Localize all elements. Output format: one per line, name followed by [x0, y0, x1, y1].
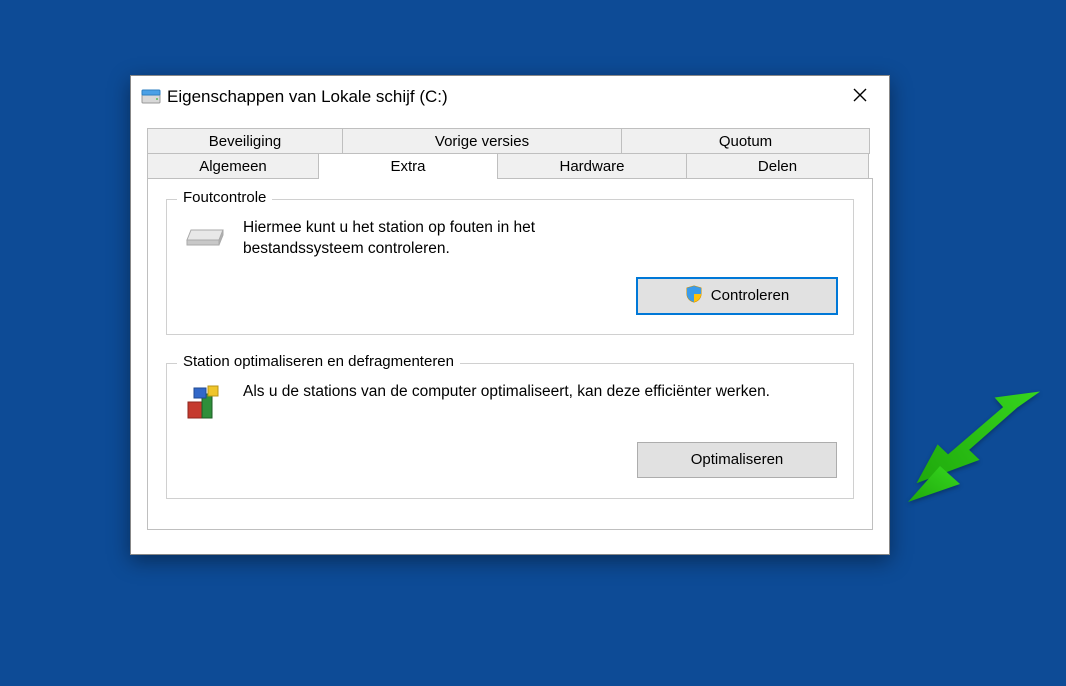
shield-icon: [685, 285, 703, 307]
tab-vorige-versies[interactable]: Vorige versies: [342, 128, 622, 154]
tab-label: Vorige versies: [435, 133, 529, 150]
tab-quotum[interactable]: Quotum: [621, 128, 870, 154]
drive-check-icon: [183, 218, 227, 250]
tab-area: Beveiliging Vorige versies Quotum Algeme…: [131, 118, 889, 554]
drive-icon: [141, 88, 161, 106]
tab-extra[interactable]: Extra: [318, 153, 498, 179]
group-legend: Foutcontrole: [177, 189, 272, 206]
group-text: Als u de stations van de computer optima…: [243, 382, 837, 403]
tab-label: Algemeen: [199, 158, 267, 175]
tab-hardware[interactable]: Hardware: [497, 153, 687, 179]
tab-beveiliging[interactable]: Beveiliging: [147, 128, 343, 154]
tab-label: Hardware: [559, 158, 624, 175]
tab-delen[interactable]: Delen: [686, 153, 869, 179]
group-optimize: Station optimaliseren en defragmenteren …: [166, 363, 854, 499]
tab-label: Quotum: [719, 133, 772, 150]
button-label: Optimaliseren: [691, 451, 784, 468]
tab-algemeen[interactable]: Algemeen: [147, 153, 319, 179]
annotation-arrow-optimize: [900, 380, 1040, 510]
tab-label: Extra: [390, 158, 425, 175]
group-legend: Station optimaliseren en defragmenteren: [177, 353, 460, 370]
tab-label: Delen: [758, 158, 797, 175]
titlebar: Eigenschappen van Lokale schijf (C:): [131, 76, 889, 118]
button-label: Controleren: [711, 287, 789, 304]
optimize-button[interactable]: Optimaliseren: [637, 442, 837, 478]
tab-content: Foutcontrole Hiermee kunt u het station …: [147, 178, 873, 530]
group-text: Hiermee kunt u het station op fouten in …: [243, 218, 603, 260]
tab-strip: Beveiliging Vorige versies Quotum Algeme…: [147, 128, 873, 179]
tab-label: Beveiliging: [209, 133, 282, 150]
window-title: Eigenschappen van Lokale schijf (C:): [161, 87, 839, 107]
close-button[interactable]: [839, 82, 881, 112]
defrag-icon: [183, 382, 227, 424]
properties-dialog: Eigenschappen van Lokale schijf (C:) Bev…: [130, 75, 890, 555]
close-icon: [853, 88, 867, 106]
check-button[interactable]: Controleren: [637, 278, 837, 314]
group-error-check: Foutcontrole Hiermee kunt u het station …: [166, 199, 854, 335]
